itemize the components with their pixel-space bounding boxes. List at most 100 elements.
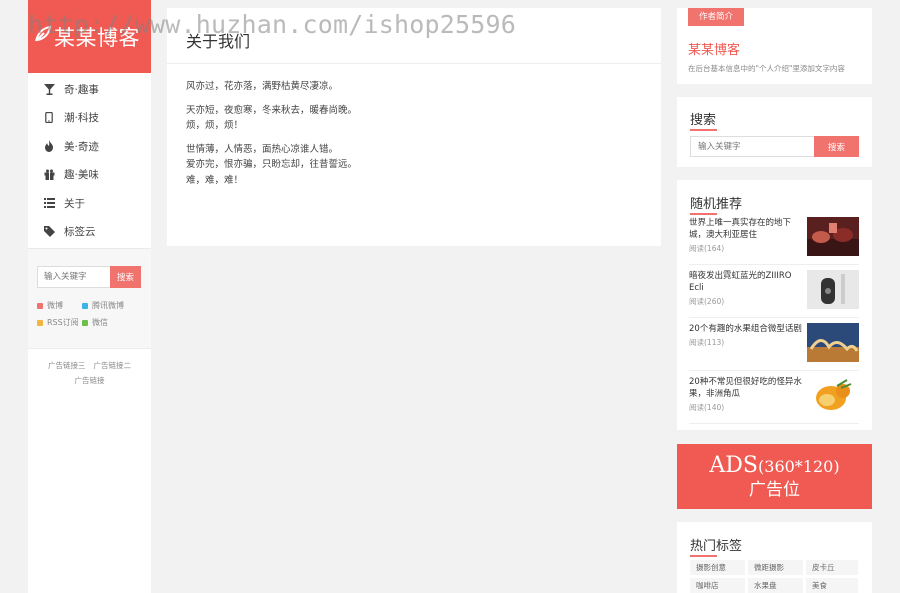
page-title: 关于我们 [167, 8, 661, 64]
recommend-list: 世界上唯一真实存在的地下城，澳大利亚居住 阅读(164) 暗夜发出霓虹蓝光的ZI… [689, 214, 859, 426]
list-item[interactable]: 世界上唯一真实存在的地下城，澳大利亚居住 阅读(164) [689, 214, 859, 265]
ad-size-text: (360*120) [758, 457, 840, 476]
fire-icon [43, 140, 55, 153]
social-label: 微信 [92, 318, 108, 327]
tag-icon [43, 226, 55, 238]
tag-item[interactable]: 咖啡店 [690, 578, 745, 593]
nav-item-label: 趣·美味 [64, 169, 99, 182]
list-item-text: 20种不常见但很好吃的怪异水果，非洲角瓜 阅读(140) [689, 376, 805, 423]
weibo-icon [37, 302, 43, 309]
site-logo[interactable]: 某某博客 [28, 0, 151, 73]
list-item-text: 20个有趣的水果组合微型话剧 阅读(113) [689, 323, 805, 370]
main-nav: 奇·趣事 潮·科技 美·奇迹 趣·美味 关于 标签云 [28, 73, 151, 246]
left-sidebar: 某某博客 奇·趣事 潮·科技 美·奇迹 趣·美味 关于 标签云 输入关键字 搜索… [28, 0, 151, 593]
social-rss[interactable]: RSS订阅 [37, 317, 82, 328]
social-label: 腾讯微博 [92, 301, 124, 310]
social-tencent-weibo[interactable]: 腾讯微博 [82, 300, 142, 311]
social-weibo[interactable]: 微博 [37, 300, 82, 311]
list-item-count: 阅读(260) [689, 297, 725, 306]
search-row: 搜索 [690, 136, 859, 157]
tag-item[interactable]: 摄影创意 [690, 560, 745, 575]
list-item[interactable]: 暗夜发出霓虹蓝光的ZIIIRO Ecli 阅读(260) [689, 267, 859, 318]
ad-text: ADS [709, 453, 759, 478]
tag-item[interactable]: 水果盘 [748, 578, 803, 593]
ad-link-3[interactable]: 广告链接三 [48, 361, 86, 370]
search-button[interactable]: 搜索 [814, 136, 859, 157]
list-item-title[interactable]: 20种不常见但很好吃的怪异水果，非洲角瓜 [689, 376, 805, 400]
tencent-weibo-icon [82, 302, 88, 309]
paragraph: 风亦过，花亦落，满野枯黄尽凄凉。 [186, 79, 661, 95]
text-line: 天亦短，夜愈寒，冬来秋去，暖春尚晚。 [186, 104, 358, 116]
search-panel: 搜索 搜索 [677, 97, 872, 167]
thumbnail-image[interactable] [807, 376, 859, 415]
search-title: 搜索 [690, 109, 718, 131]
list-item-count: 阅读(140) [689, 403, 725, 412]
article-body: 风亦过，花亦落，满野枯黄尽凄凉。 天亦短，夜愈寒，冬来秋去，暖春尚晚。 烦，烦，烦… [167, 64, 661, 188]
hot-tags-panel: 热门标签 摄影创意 微距摄影 皮卡丘 咖啡店 水果盘 美食 [677, 522, 872, 593]
text-line: 爱亦完，恨亦骗，只盼忘却，往昔誓远。 [186, 159, 358, 170]
nav-item-label: 奇·趣事 [64, 83, 99, 96]
social-wechat[interactable]: 微信 [82, 317, 142, 328]
wechat-icon [82, 319, 88, 326]
text-line: 烦，烦，烦！ [186, 120, 244, 131]
left-search-button[interactable]: 搜索 [110, 266, 141, 288]
nav-item-label: 关于 [64, 197, 85, 210]
ad-link-2[interactable]: 广告链接二 [94, 361, 132, 370]
list-icon [43, 197, 55, 209]
left-search-input[interactable] [37, 266, 110, 288]
ad-links: 广告链接三 广告链接二 广告链接 [28, 349, 151, 388]
thumbnail-image[interactable] [807, 270, 859, 309]
list-item[interactable]: 20个有趣的水果组合微型话剧 阅读(113) [689, 320, 859, 371]
ad-banner[interactable]: ADS(360*120) 广告位 [677, 444, 872, 509]
gift-icon [43, 169, 55, 181]
paragraph: 世情薄，人情恶，面热心凉谁人错。爱亦完，恨亦骗，只盼忘却，往昔誓远。 难，难，难！ [186, 142, 661, 189]
main-content: 关于我们 风亦过，花亦落，满野枯黄尽凄凉。 天亦短，夜愈寒，冬来秋去，暖春尚晚。… [167, 8, 661, 246]
social-links: 微博 腾讯微博 RSS订阅 微信 [37, 300, 142, 328]
thumbnail-image[interactable] [807, 217, 859, 256]
nav-item-food[interactable]: 趣·美味 [28, 161, 151, 190]
ad-link-1[interactable]: 广告链接 [75, 376, 105, 385]
nav-item-wonder[interactable]: 美·奇迹 [28, 132, 151, 161]
list-item-title[interactable]: 20个有趣的水果组合微型话剧 [689, 323, 805, 335]
nav-item-label: 潮·科技 [64, 112, 99, 125]
author-panel: 作者简介 某某博客 在后台基本信息中的"个人介绍"里添加文字内容 [677, 8, 872, 84]
list-item-text: 世界上唯一真实存在的地下城，澳大利亚居住 阅读(164) [689, 217, 805, 264]
tag-list: 摄影创意 微距摄影 皮卡丘 咖啡店 水果盘 美食 [690, 560, 858, 593]
ad-line-1: ADS(360*120) [677, 444, 872, 479]
text-line: 风亦过，花亦落，满野枯黄尽凄凉。 [186, 81, 339, 92]
search-input[interactable] [690, 136, 814, 157]
random-title: 随机推荐 [690, 193, 742, 215]
random-recommend-panel: 随机推荐 世界上唯一真实存在的地下城，澳大利亚居住 阅读(164) 暗夜发出霓虹… [677, 180, 872, 430]
list-item-text: 暗夜发出霓虹蓝光的ZIIIRO Ecli 阅读(260) [689, 270, 805, 317]
social-label: 微博 [47, 301, 63, 310]
author-description: 在后台基本信息中的"个人介绍"里添加文字内容 [688, 64, 845, 73]
author-name[interactable]: 某某博客 [688, 39, 740, 58]
tag-item[interactable]: 美食 [806, 578, 858, 593]
tag-item[interactable]: 皮卡丘 [806, 560, 858, 575]
mobile-icon [43, 112, 55, 124]
list-item-count: 阅读(164) [689, 244, 725, 253]
nav-item-tech[interactable]: 潮·科技 [28, 104, 151, 133]
logo-text: 某某博客 [54, 25, 140, 50]
leaf-icon [34, 25, 52, 48]
ad-line-2: 广告位 [749, 480, 800, 500]
thumbnail-image[interactable] [807, 323, 859, 362]
text-line: 世情薄，人情恶，面热心凉谁人错。 [186, 143, 339, 155]
rss-icon [37, 319, 43, 326]
text-line: 难，难，难！ [186, 174, 244, 186]
left-search-row: 搜索 [37, 266, 142, 288]
tags-title: 热门标签 [690, 535, 742, 557]
cocktail-icon [43, 83, 55, 95]
nav-item-curious[interactable]: 奇·趣事 [28, 75, 151, 104]
list-item-count: 阅读(113) [689, 338, 725, 347]
left-search-panel: 搜索 微博 腾讯微博 RSS订阅 微信 [28, 249, 151, 349]
social-label: RSS订阅 [47, 318, 79, 327]
list-item[interactable]: 20种不常见但很好吃的怪异水果，非洲角瓜 阅读(140) [689, 373, 859, 424]
nav-item-about[interactable]: 关于 [28, 189, 151, 218]
list-item-title[interactable]: 世界上唯一真实存在的地下城，澳大利亚居住 [689, 217, 805, 241]
paragraph: 天亦短，夜愈寒，冬来秋去，暖春尚晚。 烦，烦，烦！ [186, 103, 661, 134]
nav-item-label: 标签云 [64, 226, 96, 239]
tag-item[interactable]: 微距摄影 [748, 560, 803, 575]
list-item-title[interactable]: 暗夜发出霓虹蓝光的ZIIIRO Ecli [689, 270, 805, 294]
nav-item-tagcloud[interactable]: 标签云 [28, 218, 151, 247]
